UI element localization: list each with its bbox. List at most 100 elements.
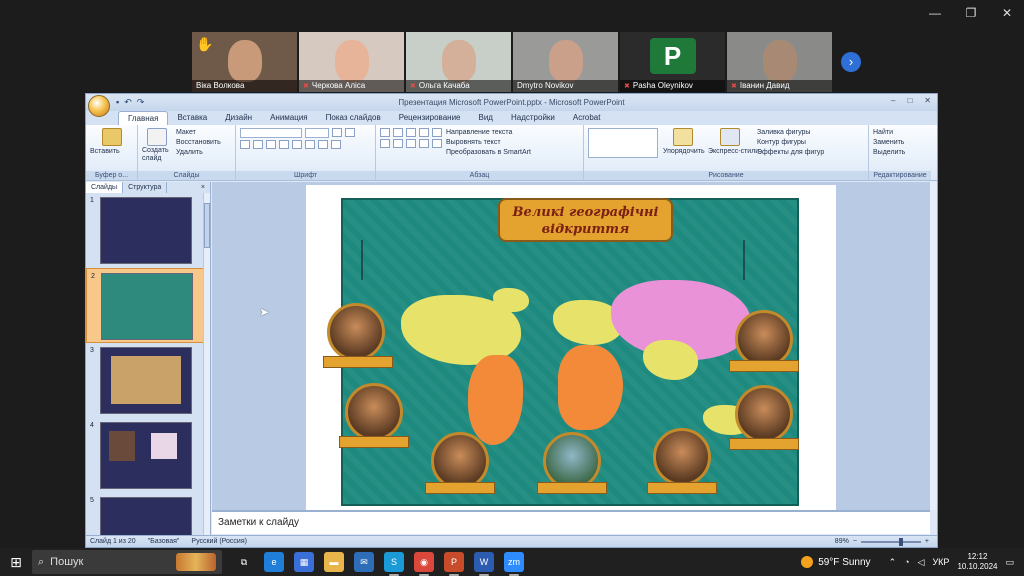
spacing-icon[interactable] (305, 140, 315, 149)
delete-button[interactable]: Удалить (176, 148, 221, 158)
mail-icon[interactable]: ✉ (354, 552, 374, 572)
participant-tile[interactable]: ✋ Віка Волкова (192, 32, 297, 92)
bold-icon[interactable] (240, 140, 250, 149)
zoom-icon[interactable]: zm (504, 552, 524, 576)
font-color-icon[interactable] (331, 140, 341, 149)
ribbon-tab[interactable]: Acrobat (564, 111, 610, 125)
ribbon-tab[interactable]: Главная (118, 111, 169, 125)
slide-thumbnail[interactable]: 5 (86, 493, 210, 536)
align-text-button[interactable]: Выровнять текст (446, 138, 531, 148)
zoom-slider-thumb[interactable] (898, 537, 903, 546)
panel-scrollbar[interactable] (203, 193, 210, 536)
participant-tile[interactable]: P ✖ Pasha Oleynikov (620, 32, 725, 92)
zoom-in-icon[interactable]: + (925, 538, 929, 545)
minimize-icon[interactable]: – (891, 96, 895, 105)
shape-effects-button[interactable]: Эффекты для фигур (757, 148, 824, 158)
bullets-icon[interactable] (380, 128, 390, 137)
ribbon-tab[interactable]: Показ слайдов (317, 111, 390, 125)
edge-icon[interactable]: e (264, 552, 284, 572)
layout-button[interactable]: Макет (176, 128, 221, 138)
maximize-icon[interactable]: □ (907, 96, 912, 105)
office-button[interactable] (88, 95, 110, 117)
reset-button[interactable]: Восстановить (176, 138, 221, 148)
weather-widget[interactable]: 59°F Sunny (801, 556, 871, 568)
ribbon-tab[interactable]: Дизайн (216, 111, 261, 125)
maximize-icon[interactable]: ❐ (964, 6, 978, 20)
close-icon[interactable]: ✕ (1000, 6, 1014, 20)
participant-tile[interactable]: Dmytro Novikov (513, 32, 618, 92)
tab-outline[interactable]: Структура (123, 182, 168, 193)
new-slide-button[interactable]: Создать слайд (142, 147, 172, 163)
slide-thumbnail[interactable]: 4 (86, 418, 210, 493)
justify-icon[interactable] (419, 139, 429, 148)
italic-icon[interactable] (253, 140, 263, 149)
minimize-icon[interactable]: — (928, 6, 942, 20)
ribbon-tab[interactable]: Анимация (261, 111, 317, 125)
participant-tile[interactable]: ✖ Іванин Давид (727, 32, 832, 92)
replace-button[interactable]: Заменить (873, 138, 927, 148)
chevron-up-icon[interactable]: ⌃ (889, 557, 897, 568)
language-indicator[interactable]: УКР (932, 557, 949, 567)
paste-icon[interactable] (101, 128, 122, 146)
participant-tile[interactable]: ✖ Черкова Аліса (299, 32, 404, 92)
editor-scrollbar[interactable] (929, 182, 937, 510)
shape-outline-button[interactable]: Контур фигуры (757, 138, 824, 148)
zoom-level[interactable]: 89% (835, 538, 849, 545)
align-right-icon[interactable] (406, 139, 416, 148)
powerpoint-icon[interactable]: P (444, 552, 464, 576)
case-icon[interactable] (318, 140, 328, 149)
font-name-field[interactable] (240, 128, 302, 138)
close-icon[interactable]: × (196, 182, 210, 193)
slide-thumbnail[interactable]: 3 (86, 343, 210, 418)
search-box[interactable]: ⌕ Пошук (32, 550, 222, 574)
shrink-font-icon[interactable] (345, 128, 355, 137)
task-view-icon[interactable]: ⧉ (234, 552, 254, 572)
slide-thumbnail[interactable]: 2 (86, 268, 210, 343)
chevron-right-icon[interactable]: › (841, 52, 861, 72)
line-spacing-icon[interactable] (432, 128, 442, 137)
underline-icon[interactable] (266, 140, 276, 149)
quick-styles-icon[interactable] (720, 128, 740, 146)
grow-font-icon[interactable] (332, 128, 342, 137)
align-left-icon[interactable] (380, 139, 390, 148)
ribbon-tab[interactable]: Вид (470, 111, 502, 125)
windows-start-icon[interactable]: ⊞ (0, 548, 32, 576)
close-icon[interactable]: ✕ (924, 96, 931, 105)
font-size-field[interactable] (305, 128, 329, 138)
paste-button[interactable]: Вставить (90, 147, 133, 157)
tab-slides[interactable]: Слайды (86, 182, 124, 193)
ribbon-tab[interactable]: Надстройки (502, 111, 564, 125)
find-button[interactable]: Найти (873, 128, 927, 138)
scroll-thumb[interactable] (204, 203, 210, 248)
shapes-gallery[interactable] (588, 128, 658, 158)
slide-thumbnail[interactable]: 1 (86, 193, 210, 268)
arrange-button[interactable]: Упорядочить (663, 147, 705, 157)
numbering-icon[interactable] (393, 128, 403, 137)
shape-fill-button[interactable]: Заливка фигуры (757, 128, 824, 138)
select-button[interactable]: Выделить (873, 148, 927, 158)
chrome-icon[interactable]: ◉ (414, 552, 434, 576)
store-icon[interactable]: ▦ (294, 552, 314, 572)
participant-tile[interactable]: ✖ Ольга Качаба (406, 32, 511, 92)
slide-canvas[interactable]: Великі географічні відкриття (306, 185, 836, 512)
strikethrough-icon[interactable] (279, 140, 289, 149)
ribbon-tab[interactable]: Вставка (168, 111, 216, 125)
outdent-icon[interactable] (419, 128, 429, 137)
indent-icon[interactable] (406, 128, 416, 137)
smartart-button[interactable]: Преобразовать в SmartArt (446, 148, 531, 158)
zoom-slider[interactable] (860, 537, 921, 546)
clock[interactable]: 12:12 10.10.2024 (957, 552, 997, 572)
new-slide-icon[interactable] (147, 128, 167, 146)
volume-icon[interactable]: ◁ (918, 557, 925, 568)
columns-icon[interactable] (432, 139, 442, 148)
shadow-icon[interactable] (292, 140, 302, 149)
notes-pane[interactable]: Заметки к слайду (212, 510, 930, 534)
zoom-out-icon[interactable]: − (853, 538, 857, 545)
notification-icon[interactable]: ▭ (1005, 557, 1014, 568)
quick-styles-button[interactable]: Экспресс-стили (708, 147, 759, 157)
arrange-icon[interactable] (673, 128, 693, 146)
network-icon[interactable]: ◔ (904, 557, 909, 567)
word-icon[interactable]: W (474, 552, 494, 576)
skype-icon[interactable]: S (384, 552, 404, 576)
align-center-icon[interactable] (393, 139, 403, 148)
